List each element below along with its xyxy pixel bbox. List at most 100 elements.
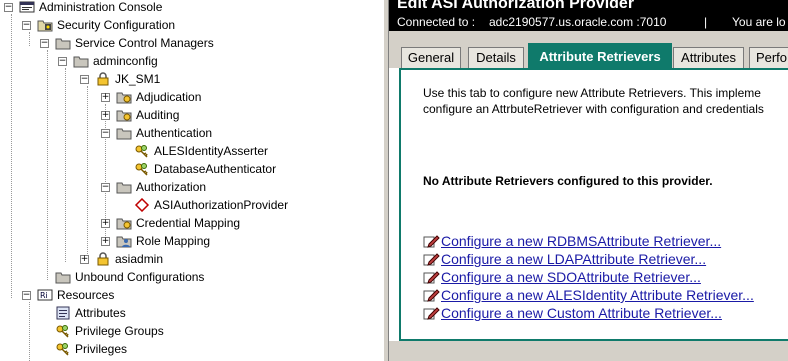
tree-guide [29,302,30,361]
tree-node-security-configuration[interactable]: − Security Configuration [22,16,175,34]
tree-node-role-mapping[interactable]: + Role Mapping [101,232,210,250]
tree-node-unbound-configurations[interactable]: Unbound Configurations [55,268,204,286]
tree-node-adminconfig[interactable]: − adminconfig [58,52,158,70]
expand-toggle-icon[interactable]: + [80,254,89,264]
tree-node-adjudication[interactable]: + Adjudication [101,88,201,106]
tree-node-label: Privileges [75,342,128,356]
tree-node-privileges[interactable]: Privileges [55,340,127,358]
tree-node-privilege-groups[interactable]: Privilege Groups [55,322,164,340]
tree-guide [87,86,88,262]
tree-node-database-authenticator[interactable]: DatabaseAuthenticator [134,160,276,178]
page-title: Edit ASI Authorization Provider [389,0,788,13]
expand-toggle-icon[interactable]: + [101,92,110,102]
description-line-2: configure an AttrbuteRetriever with conf… [423,102,764,116]
connected-host: adc2190577.us.oracle.com :7010 [489,15,667,29]
collapse-toggle-icon[interactable]: − [22,20,31,30]
tab-general[interactable]: General [401,47,461,68]
diamond-icon [134,197,150,213]
collapse-toggle-icon[interactable]: − [4,2,13,12]
keys-icon [134,144,150,158]
configure-rdbms-retriever-row: Configure a new RDBMSAttribute Retriever… [423,232,721,250]
tree-guide [11,14,12,298]
folder-icon [116,180,132,194]
provider-folder-icon [116,90,132,104]
collapse-toggle-icon[interactable]: − [101,182,110,192]
resources-icon: Ri [37,288,53,302]
tree-guide [65,68,66,262]
console-icon [19,0,35,14]
role-folder-icon [116,234,132,248]
collapse-toggle-icon[interactable]: − [101,128,110,138]
attributes-icon [55,306,71,320]
lock-icon [95,252,111,266]
configure-sdo-retriever-link[interactable]: Configure a new SDOAttribute Retriever..… [441,269,701,285]
expand-toggle-icon[interactable]: + [101,236,110,246]
tree-node-label: Credential Mapping [136,216,241,230]
tree-node-label: Adjudication [136,90,202,104]
tree-node-label: JK_SM1 [115,72,161,86]
tree-node-jk-sm1[interactable]: − JK_SM1 [80,70,160,88]
tab-attribute-retrievers[interactable]: Attribute Retrievers [528,43,672,68]
provider-editor-panel: Edit ASI Authorization Provider Connecte… [389,0,788,361]
tree-node-attributes[interactable]: Attributes [55,304,126,322]
no-retrievers-message: No Attribute Retrievers configured to th… [423,174,713,188]
tree-node-authentication[interactable]: − Authentication [101,124,212,142]
edit-pencil-icon [423,252,441,266]
tab-attributes[interactable]: Attributes [673,47,744,68]
tree-node-ales-identity-asserter[interactable]: ALESIdentityAsserter [134,142,268,160]
edit-pencil-icon [423,288,441,302]
edit-pencil-icon [423,306,441,320]
tree-node-authorization[interactable]: − Authorization [101,178,206,196]
folder-icon [55,36,71,50]
tree-node-label: Unbound Configurations [75,270,205,284]
tree-node-label: asiadmin [115,252,164,266]
tab-content: Use this tab to configure new Attribute … [399,68,788,341]
tree-guide [29,32,30,46]
tree-node-label: Administration Console [39,0,163,14]
tree-node-label: Security Configuration [57,18,176,32]
tree-node-credential-mapping[interactable]: + Credential Mapping [101,214,240,232]
provider-folder-icon [116,108,132,122]
edit-pencil-icon [423,234,441,248]
logged-in-user-text: You are lo [732,15,786,29]
tree-node-label: Service Control Managers [75,36,214,50]
folder-icon [73,54,89,68]
connection-bar: Connected to : adc2190577.us.oracle.com … [389,13,788,31]
tree-node-label: Authentication [136,126,213,140]
navigation-tree: − Administration Console − Security Conf… [0,0,383,361]
tree-node-label: ALESIdentityAsserter [154,144,269,158]
provider-folder-icon [116,216,132,230]
tree-node-service-control-managers[interactable]: − Service Control Managers [40,34,214,52]
tree-node-asi-authorization-provider[interactable]: ASIAuthorizationProvider [134,196,288,214]
tree-node-label: Privilege Groups [75,324,164,338]
tree-node-resources[interactable]: − Ri Resources [22,286,114,304]
tree-node-administration-console[interactable]: − Administration Console [4,0,162,16]
tree-node-asiadmin[interactable]: + asiadmin [80,250,163,268]
folder-icon [116,126,132,140]
tree-node-label: Role Mapping [136,234,211,248]
lock-icon [95,72,111,86]
expand-toggle-icon[interactable]: + [101,110,110,120]
configure-alesidentity-retriever-link[interactable]: Configure a new ALESIdentity Attribute R… [441,287,754,303]
collapse-toggle-icon[interactable]: − [22,290,31,300]
tree-node-label: Resources [57,288,115,302]
tree-node-auditing[interactable]: + Auditing [101,106,179,124]
tree-node-label: DatabaseAuthenticator [154,162,277,176]
collapse-toggle-icon[interactable]: − [80,74,89,84]
tab-details[interactable]: Details [468,47,524,68]
connected-label: Connected to : [397,15,476,29]
edit-pencil-icon [423,270,441,284]
expand-toggle-icon[interactable]: + [101,218,110,228]
configure-ldap-retriever-link[interactable]: Configure a new LDAPAttribute Retriever.… [441,251,706,267]
tree-node-label: Auditing [136,108,180,122]
collapse-toggle-icon[interactable]: − [58,56,67,66]
configure-rdbms-retriever-link[interactable]: Configure a new RDBMSAttribute Retriever… [441,233,721,249]
configure-ldap-retriever-row: Configure a new LDAPAttribute Retriever.… [423,250,706,268]
security-folder-icon [37,18,53,32]
keys-icon [134,162,150,176]
tree-guide [47,50,48,280]
tab-performance[interactable]: Perfo [749,47,788,68]
configure-custom-retriever-row: Configure a new Custom Attribute Retriev… [423,304,722,322]
collapse-toggle-icon[interactable]: − [40,38,49,48]
configure-custom-retriever-link[interactable]: Configure a new Custom Attribute Retriev… [441,305,722,321]
